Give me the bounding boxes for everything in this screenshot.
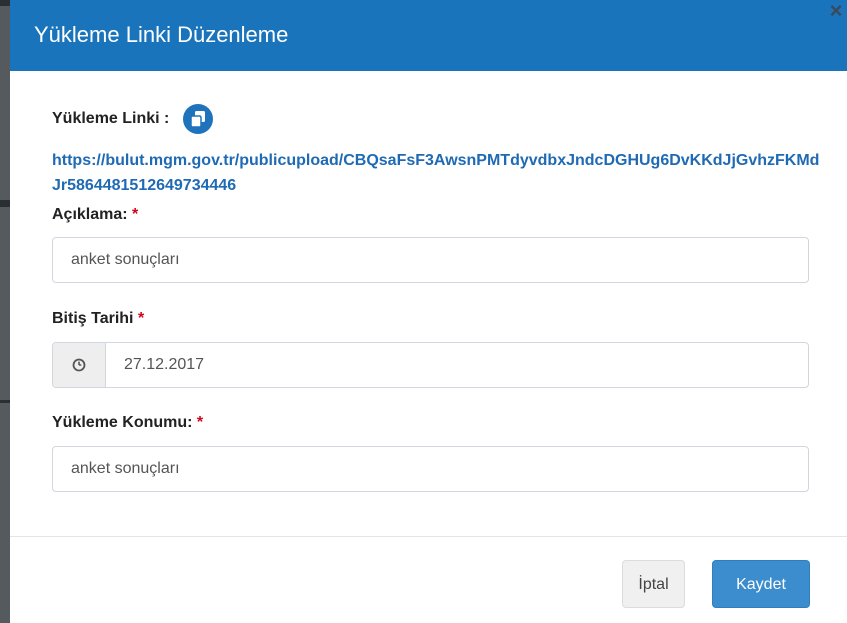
footer-divider [10,536,847,537]
copy-icon[interactable] [183,104,214,134]
required-marker: * [132,206,139,223]
close-icon[interactable]: × [827,0,845,22]
link-label: Yükleme Linki : [52,110,170,127]
background-page-edge [0,0,10,623]
end-date-input[interactable]: 27.12.2017 [106,343,808,387]
required-marker: * [137,310,145,327]
screen: Yükleme Linki Düzenleme Yükleme Linki : … [0,0,847,623]
end-date-label: Bitiş Tarihi * [52,310,145,327]
cancel-button[interactable]: İptal [622,560,685,608]
upload-location-label: Yükleme Konumu: * [52,414,204,431]
dialog-header: Yükleme Linki Düzenleme [10,0,847,71]
end-date-input-group[interactable]: 27.12.2017 [52,342,809,388]
edit-upload-link-dialog: Yükleme Linki Düzenleme Yükleme Linki : … [10,0,847,623]
description-label: Açıklama: * [52,206,139,223]
description-input[interactable]: anket sonuçları [52,237,809,283]
upload-link-url[interactable]: https://bulut.mgm.gov.tr/publicupload/CB… [52,148,822,198]
clock-icon [53,343,106,387]
link-label-row: Yükleme Linki : [52,104,214,134]
upload-location-input[interactable]: anket sonuçları [52,446,809,492]
dialog-title: Yükleme Linki Düzenleme [34,22,289,47]
save-button[interactable]: Kaydet [712,560,810,608]
required-marker: * [196,414,204,431]
